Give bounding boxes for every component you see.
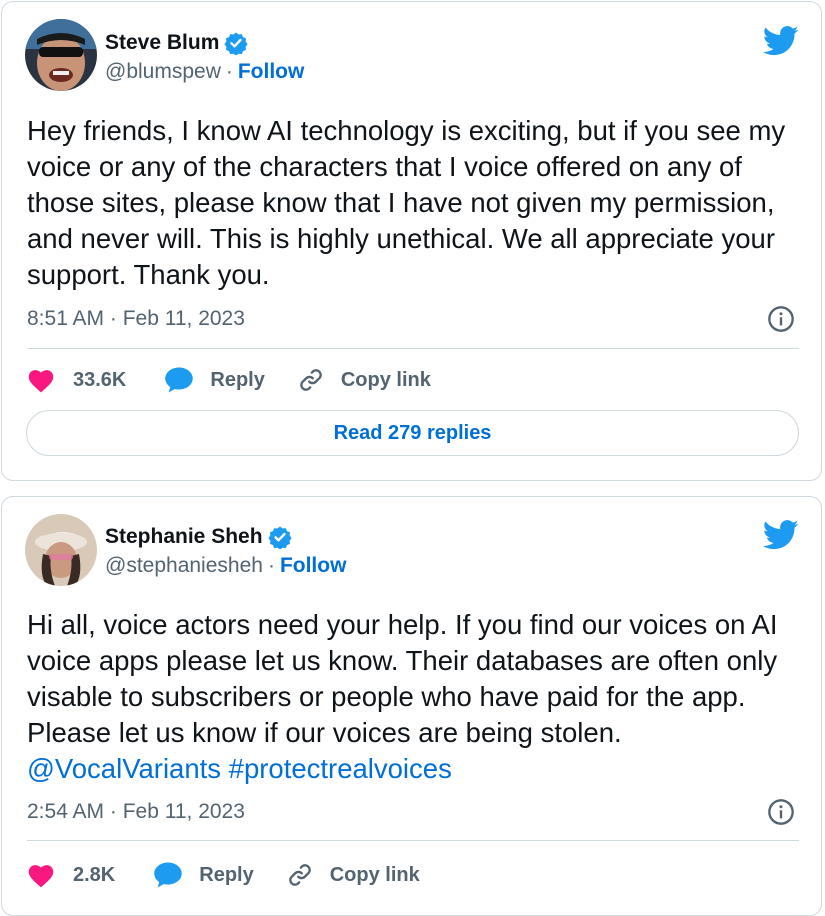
like-button[interactable]: 2.8K — [27, 862, 115, 888]
separator-dot: · — [267, 554, 275, 577]
display-name[interactable]: Steve Blum — [105, 31, 219, 55]
copy-link-button[interactable]: Copy link — [286, 861, 420, 889]
tweet-text: Hi all, voice actors need your help. If … — [27, 607, 791, 787]
reply-button[interactable]: Reply — [153, 861, 254, 889]
avatar[interactable] — [25, 19, 97, 91]
divider — [27, 348, 799, 349]
tweet-text: Hey friends, I know AI technology is exc… — [27, 115, 786, 290]
info-icon[interactable] — [767, 305, 795, 333]
verified-badge-icon — [224, 32, 248, 55]
link-icon — [288, 864, 311, 886]
tweet-card: Stephanie Sheh @stephaniesheh · Follow Hi … — [1, 496, 822, 916]
handle[interactable]: @blumspew — [105, 60, 221, 83]
mention-link[interactable]: @VocalVariants — [27, 753, 221, 784]
hashtag-link[interactable]: #protectrealvoices — [229, 753, 452, 784]
speech-bubble-icon — [165, 367, 194, 393]
angry-face-avatar-image — [25, 19, 97, 91]
read-replies-button[interactable]: Read 279 replies — [26, 410, 799, 456]
author-name-row: Steve Blum — [105, 30, 248, 56]
copy-link-label: Copy link — [329, 863, 420, 886]
info-icon[interactable] — [767, 798, 795, 826]
author-name-row: Stephanie Sheh — [105, 524, 292, 550]
tweet-card: Steve Blum @blumspew · Follow Hey friends,… — [1, 1, 822, 481]
timestamp[interactable]: 8:51 AM · Feb 11, 2023 — [27, 307, 245, 331]
speech-bubble-icon — [154, 862, 182, 888]
copy-link-button[interactable]: Copy link — [297, 366, 431, 394]
handle-row: @stephaniesheh · Follow — [105, 554, 346, 578]
hat-person-avatar-image — [25, 514, 97, 586]
separator-dot: · — [225, 60, 233, 83]
copy-link-label: Copy link — [340, 368, 431, 391]
link-icon — [300, 369, 322, 391]
like-count: 2.8K — [73, 863, 116, 886]
timestamp[interactable]: 2:54 AM · Feb 11, 2023 — [27, 800, 245, 824]
avatar[interactable] — [25, 514, 97, 586]
handle-row: @blumspew · Follow — [105, 60, 304, 84]
reply-button[interactable]: Reply — [164, 366, 265, 394]
tweet-text-plain: Hi all, voice actors need your help. If … — [27, 609, 778, 748]
like-button[interactable]: 33.6K — [27, 367, 126, 393]
reply-label: Reply — [199, 863, 254, 886]
verified-badge-icon — [267, 526, 292, 549]
follow-link[interactable]: Follow — [280, 554, 347, 577]
action-bar: 2.8K Reply Copy link — [27, 857, 452, 893]
reply-label: Reply — [210, 368, 265, 391]
follow-link[interactable]: Follow — [238, 60, 305, 83]
action-bar: 33.6K Reply Copy link — [27, 362, 463, 398]
twitter-bird-icon[interactable] — [763, 26, 799, 56]
divider — [27, 840, 799, 841]
heart-icon — [28, 370, 54, 393]
like-count: 33.6K — [73, 368, 127, 391]
heart-icon — [28, 865, 54, 888]
display-name[interactable]: Stephanie Sheh — [105, 525, 263, 549]
handle[interactable]: @stephaniesheh — [105, 554, 263, 577]
twitter-bird-icon[interactable] — [763, 520, 799, 550]
